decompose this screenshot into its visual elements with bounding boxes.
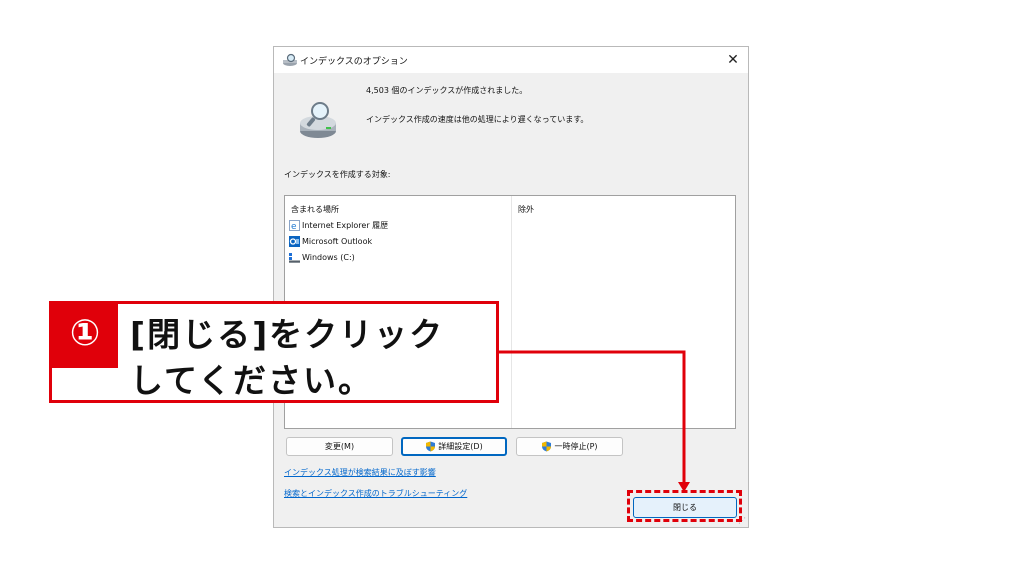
list-item-outlook[interactable]: Microsoft Outlook (289, 235, 372, 249)
indexing-effect-link[interactable]: インデックス処理が検索結果に及ぼす影響 (284, 467, 436, 478)
included-locations-header: 含まれる場所 (291, 205, 339, 214)
callout-line-2: してください。 (130, 361, 374, 400)
close-button-highlight (627, 490, 742, 522)
callout-line-1: [閉じる]をクリック (130, 315, 445, 354)
outlook-icon (289, 236, 300, 247)
index-locations-label: インデックスを作成する対象: (284, 170, 391, 179)
troubleshoot-link[interactable]: 検索とインデックス作成のトラブルシューティング (284, 488, 467, 499)
indexing-options-dialog: インデックスのオプション ✕ 4,503 個のインデックスが作成されました。 イ… (273, 46, 749, 528)
indexing-drive-icon (300, 102, 336, 138)
indexed-count-text: 4,503 個のインデックスが作成されました。 (366, 86, 528, 95)
modify-button[interactable]: 変更(M) (286, 437, 393, 456)
window-close-button[interactable]: ✕ (718, 47, 748, 73)
excluded-header: 除外 (518, 205, 534, 214)
step-number-badge: ① (52, 304, 118, 368)
svg-text:e: e (291, 222, 297, 231)
list-item-internet-explorer[interactable]: e Internet Explorer 履歴 (289, 219, 388, 233)
internet-explorer-icon: e (289, 220, 300, 231)
uac-shield-icon (426, 441, 436, 452)
advanced-button[interactable]: 詳細設定(D) (401, 437, 507, 456)
list-item-windows-c[interactable]: Windows (C:) (289, 251, 355, 265)
close-icon: ✕ (727, 52, 739, 68)
drive-icon (289, 253, 300, 263)
column-divider (511, 196, 512, 428)
pause-button[interactable]: 一時停止(P) (516, 437, 623, 456)
window-title: インデックスのオプション (300, 57, 408, 67)
step-number: ① (69, 313, 101, 354)
search-drive-icon (283, 53, 297, 66)
instruction-callout: ① [閉じる]をクリック してください。 (49, 301, 499, 403)
uac-shield-icon (542, 441, 552, 452)
indexing-speed-text: インデックス作成の速度は他の処理により遅くなっています。 (366, 115, 589, 124)
title-bar: インデックスのオプション ✕ (274, 47, 748, 73)
